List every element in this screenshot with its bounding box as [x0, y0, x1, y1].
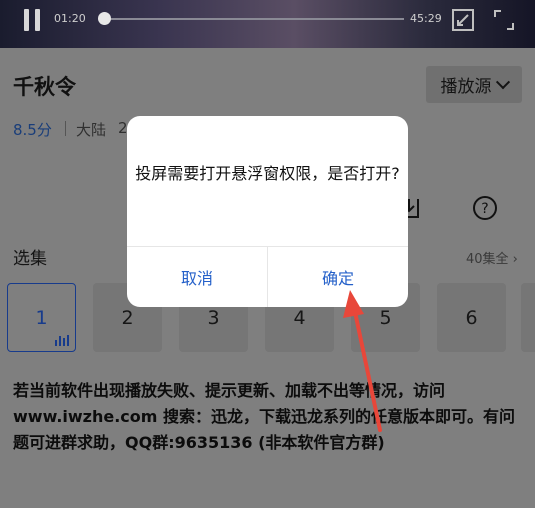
source-select-label: 播放源	[440, 77, 492, 97]
episode-button-1[interactable]: 1	[7, 283, 76, 352]
episode-number: 6	[465, 306, 478, 329]
episode-number: 1	[35, 306, 48, 329]
source-select-button[interactable]: 播放源	[426, 66, 522, 103]
episode-number: 4	[293, 306, 306, 329]
all-episodes-link[interactable]: 40集全 ›	[466, 248, 518, 267]
episode-number: 5	[379, 306, 392, 329]
current-time: 01:20	[54, 12, 86, 25]
episode-number: 2	[121, 306, 134, 329]
show-title: 千秋令	[13, 75, 76, 99]
notice-text: 若当前软件出现播放失败、提示更新、加载不出等情况，访问www.iwzhe.com…	[13, 381, 516, 452]
progress-bar[interactable]	[104, 18, 404, 20]
playing-bars-icon	[55, 335, 69, 346]
rating: 8.5分	[13, 121, 52, 139]
region: 大陆	[76, 121, 107, 139]
episode-number: 3	[207, 306, 220, 329]
total-time: 45:29	[410, 12, 442, 25]
meta-divider	[65, 121, 66, 136]
permission-dialog: 投屏需要打开悬浮窗权限，是否打开? 取消 确定	[127, 116, 408, 307]
episode-button-6[interactable]: 6	[437, 283, 506, 352]
confirm-button[interactable]: 确定	[268, 247, 408, 307]
chevron-down-icon	[495, 74, 510, 89]
pause-icon[interactable]	[22, 9, 42, 31]
svg-text:?: ?	[481, 201, 488, 217]
progress-knob[interactable]	[98, 12, 111, 25]
video-player[interactable]: 01:20 45:29	[0, 0, 535, 48]
fullscreen-icon[interactable]	[492, 8, 516, 32]
dialog-message: 投屏需要打开悬浮窗权限，是否打开?	[135, 164, 400, 183]
help-icon[interactable]: ?	[472, 195, 498, 221]
episodes-heading: 选集	[13, 249, 47, 269]
cancel-button[interactable]: 取消	[127, 247, 267, 307]
episode-button-7-partial[interactable]	[521, 283, 535, 352]
fullscreen-exit-icon[interactable]	[451, 8, 475, 32]
